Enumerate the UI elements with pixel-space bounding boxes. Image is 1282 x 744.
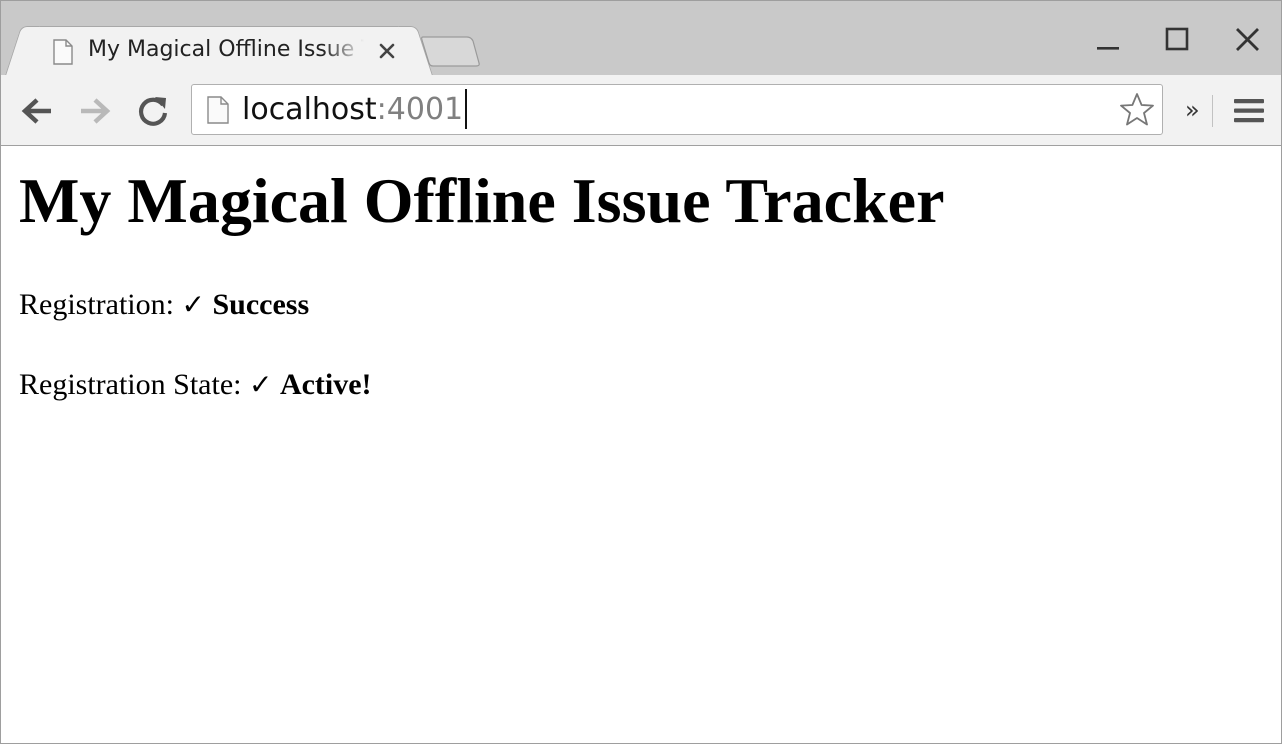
reload-icon[interactable] <box>135 93 171 129</box>
registration-state-status: Registration State: ✓ Active! <box>19 365 372 405</box>
hamburger-menu-icon[interactable] <box>1231 93 1267 129</box>
page-content: My Magical Offline Issue Tracker Registr… <box>1 147 1281 743</box>
registration-state-value: Active! <box>279 368 372 401</box>
tab-active[interactable]: My Magical Offline Issue Tracker <box>21 26 417 75</box>
checkmark-icon: ✓ <box>181 288 205 321</box>
url-text[interactable]: localhost:4001 <box>242 88 468 129</box>
toolbar-divider <box>1212 95 1213 127</box>
checkmark-icon: ✓ <box>248 368 273 401</box>
close-icon[interactable] <box>376 40 398 62</box>
registration-state-label: Registration State: <box>19 368 242 401</box>
minimize-icon[interactable] <box>1087 23 1127 55</box>
url-port: :4001 <box>376 92 464 127</box>
url-host: localhost <box>242 92 377 127</box>
page-title: My Magical Offline Issue Tracker <box>19 165 945 236</box>
registration-label: Registration: <box>19 288 174 321</box>
maximize-icon[interactable] <box>1157 23 1197 55</box>
text-caret <box>465 88 468 129</box>
arrow-right-icon[interactable] <box>77 93 113 129</box>
address-bar[interactable]: localhost:4001 <box>191 84 1163 135</box>
browser-window: My Magical Offline Issue Tracker localho… <box>0 0 1282 744</box>
arrow-left-icon[interactable] <box>19 93 55 129</box>
registration-value: Success <box>212 288 310 321</box>
tab-title: My Magical Offline Issue Tracker <box>88 37 364 62</box>
page-icon <box>206 96 230 128</box>
new-tab-button[interactable] <box>421 35 481 67</box>
browser-toolbar: localhost:4001 » <box>1 75 1281 146</box>
close-window-icon[interactable] <box>1227 23 1267 55</box>
page-icon <box>52 39 74 69</box>
tab-strip: My Magical Offline Issue Tracker <box>1 1 1281 75</box>
extensions-overflow-button[interactable]: » <box>1185 95 1209 125</box>
registration-status: Registration: ✓ Success <box>19 285 309 325</box>
star-icon[interactable] <box>1118 91 1156 129</box>
